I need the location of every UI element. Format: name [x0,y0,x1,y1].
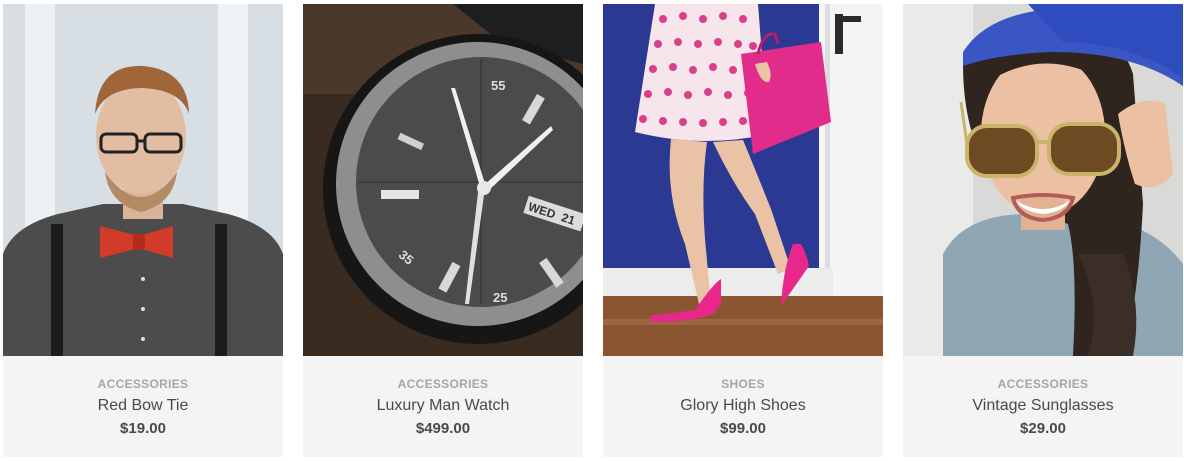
product-image-luxury-man-watch[interactable]: 55 25 35 WED 21 [303,4,583,356]
product-category[interactable]: SHOES [603,377,883,391]
watch-marker-25: 25 [493,290,507,305]
product-info: SHOES Glory High Shoes $99.00 [603,356,883,457]
product-card-red-bow-tie[interactable]: ACCESSORIES Red Bow Tie $19.00 [3,4,283,457]
product-card-glory-high-shoes[interactable]: SHOES Glory High Shoes $99.00 [603,4,883,457]
product-name[interactable]: Glory High Shoes [603,397,883,415]
product-name[interactable]: Vintage Sunglasses [903,397,1183,415]
product-info: ACCESSORIES Vintage Sunglasses $29.00 [903,356,1183,457]
product-image-glory-high-shoes[interactable] [603,4,883,356]
product-category[interactable]: ACCESSORIES [903,377,1183,391]
product-info: ACCESSORIES Red Bow Tie $19.00 [3,356,283,457]
watch-marker-55: 55 [491,78,505,93]
product-price: $499.00 [415,420,471,437]
product-name[interactable]: Luxury Man Watch [303,397,583,415]
product-price: $29.00 [1020,420,1066,437]
product-name[interactable]: Red Bow Tie [3,397,283,415]
product-image-red-bow-tie[interactable] [3,4,283,356]
product-grid: ACCESSORIES Red Bow Tie $19.00 55 25 35 [0,0,1184,461]
product-info: ACCESSORIES Luxury Man Watch $499.00 [303,356,583,457]
product-card-vintage-sunglasses[interactable]: ACCESSORIES Vintage Sunglasses $29.00 [903,4,1183,457]
product-category[interactable]: ACCESSORIES [3,377,283,391]
product-category[interactable]: ACCESSORIES [303,377,583,391]
product-card-luxury-man-watch[interactable]: 55 25 35 WED 21 ACCESSORIES Luxury Man W… [303,4,583,457]
product-price: $99.00 [720,420,766,437]
product-image-vintage-sunglasses[interactable] [903,4,1183,356]
product-price: $19.00 [120,420,166,437]
